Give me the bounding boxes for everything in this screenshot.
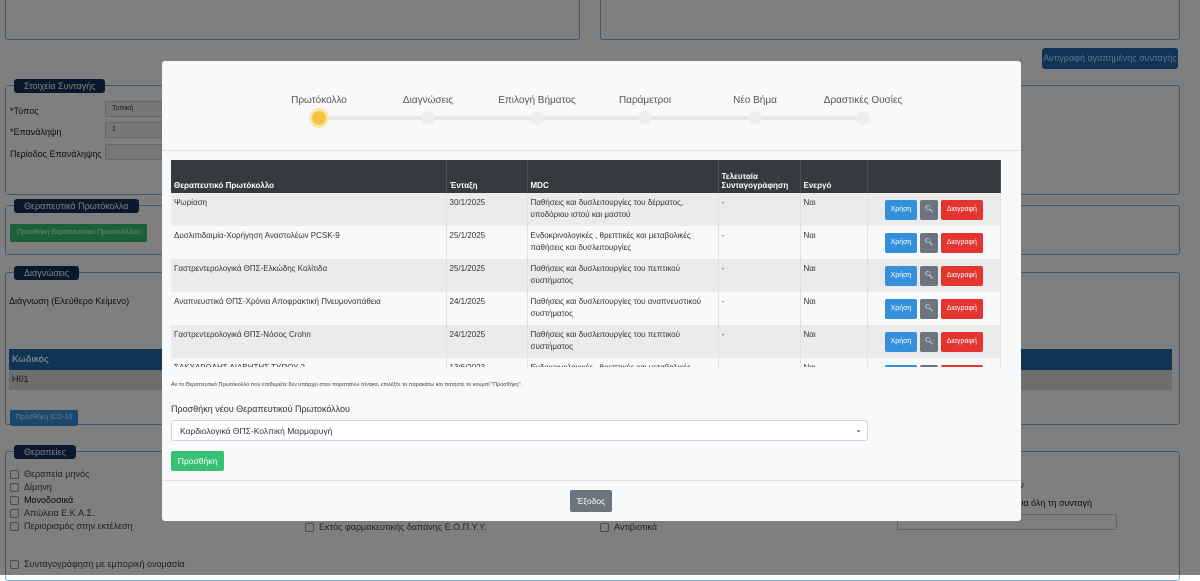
header-divider [162,150,1021,151]
step-select-label[interactable]: Επιλογή Βήματος [498,95,576,106]
search-icon: 🔍︎ [924,205,934,213]
col-protocol: Θεραπευτικό Πρωτόκολλο [171,160,447,193]
step-protocol-dot[interactable] [312,111,326,125]
delete-button[interactable]: Διαγραφή [940,265,983,286]
step-substances-label[interactable]: Δραστικές Ουσίες [824,95,902,106]
col-entry: Ένταξη [446,160,528,193]
entry-date: 24/1/2025 [446,292,528,325]
delete-button[interactable]: Διαγραφή [940,364,983,367]
row-actions: Χρήση 🔍︎ Διαγραφή [867,358,1001,367]
view-button[interactable]: 🔍︎ [919,298,939,319]
table-row[interactable]: Ψωρίαση 30/1/2025 Παθήσεις και δυσλειτουργ… [171,193,1001,226]
mdc: Παθήσεις και δυσλειτουργίες του δέρματος… [527,193,719,226]
step-protocol-label[interactable]: Πρωτόκολλο [291,95,347,106]
row-actions: Χρήση 🔍︎ Διαγραφή [867,193,1001,226]
last-prescription: - [718,358,801,367]
step-diagnoses-dot[interactable] [421,111,435,125]
protocol-name: Αναπνευστικά ΘΠΣ-Χρόνια Αποφρακτική Πνευ… [171,292,447,325]
last-prescription: - [718,226,801,259]
mdc: Παθήσεις και δυσλειτουργίες του αναπνευσ… [527,292,719,325]
delete-button[interactable]: Διαγραφή [940,232,983,253]
use-button[interactable]: Χρήση [884,199,918,220]
add-protocol-label: Προσθήκη νέου Θεραπευτικού Πρωτοκόλλου [171,404,350,414]
table-row[interactable]: Δυσλιπιδαιμία-Χορήγηση Αναστολέων PCSK-9… [171,226,1001,259]
protocols-table-container: Θεραπευτικό Πρωτόκολλο Ένταξη MDC Τελευτ… [171,160,1011,367]
exit-button[interactable]: Έξοδος [570,490,612,512]
row-actions: Χρήση 🔍︎ Διαγραφή [867,226,1001,259]
table-row[interactable]: ΣΑΚΧΑΡΩΔΗΣ ΔΙΑΒΗΤΗΣ ΤΥΠΟΥ 213/6/2023Ενδο… [171,358,1001,367]
step-new-label[interactable]: Νέο Βήμα [733,95,777,106]
use-button[interactable]: Χρήση [884,298,918,319]
protocol-modal: Πρωτόκολλο Διαγνώσεις Επιλογή Βήματος Πα… [162,61,1021,521]
delete-button[interactable]: Διαγραφή [940,199,983,220]
last-prescription: - [718,259,801,292]
table-row[interactable]: Γαστρεντερολογικά ΘΠΣ-Ελκώδης Κολίτιδα 25… [171,259,1001,292]
search-icon: 🔍︎ [924,337,934,345]
step-parameters-label[interactable]: Παράμετροι [619,95,671,106]
protocol-name: Γαστρεντερολογικά ΘΠΣ-Νόσος Crohn [171,325,447,358]
step-select-dot[interactable] [530,111,544,125]
add-button[interactable]: Προσθήκη [171,451,224,471]
col-mdc: MDC [527,160,719,193]
delete-button[interactable]: Διαγραφή [940,298,983,319]
use-button[interactable]: Χρήση [884,232,918,253]
search-icon: 🔍︎ [924,238,934,246]
active: Ναι [800,325,868,358]
footer-divider [162,480,1021,481]
entry-date: 25/1/2025 [446,259,528,292]
last-prescription: - [718,292,801,325]
last-prescription: - [718,193,801,226]
col-actions [867,160,1001,193]
mdc: Παθήσεις και δυσλειτουργίες του πεπτικού… [527,325,719,358]
entry-date: 30/1/2025 [446,193,528,226]
row-actions: Χρήση 🔍︎ Διαγραφή [867,259,1001,292]
protocols-table: Θεραπευτικό Πρωτόκολλο Ένταξη MDC Τελευτ… [171,160,1001,367]
mdc: Παθήσεις και δυσλειτουργίες του πεπτικού… [527,259,719,292]
chevron-down-icon: ⌄ [855,425,862,434]
search-icon: 🔍︎ [924,271,934,279]
protocol-name: Ψωρίαση [171,193,447,226]
view-button[interactable]: 🔍︎ [919,199,939,220]
mdc: Ενδοκρινολογικές , θρεπτικές και μεταβολ… [527,358,719,367]
use-button[interactable]: Χρήση [884,331,918,352]
active: Ναι [800,292,868,325]
protocol-select[interactable]: Καρδιολογικά ΘΠΣ-Κολπική Μαρμαρυγή ⌄ [171,420,868,441]
active: Ναι [800,259,868,292]
active: Ναι [800,226,868,259]
col-active: Ενεργό [800,160,868,193]
view-button[interactable]: 🔍︎ [919,232,939,253]
add-note: Αν το Θεραπευτικό Πρωτόκολλο που επιθυμε… [171,382,523,388]
protocol-name: Δυσλιπιδαιμία-Χορήγηση Αναστολέων PCSK-9 [171,226,447,259]
view-button[interactable]: 🔍︎ [919,364,939,367]
col-last-prescription: Τελευταία Συνταγογράφηση [718,160,801,193]
use-button[interactable]: Χρήση [884,364,918,367]
use-button[interactable]: Χρήση [884,265,918,286]
active: Ναι [800,358,868,367]
protocol-name: Γαστρεντερολογικά ΘΠΣ-Ελκώδης Κολίτιδα [171,259,447,292]
table-row[interactable]: Γαστρεντερολογικά ΘΠΣ-Νόσος Crohn 24/1/20… [171,325,1001,358]
delete-button[interactable]: Διαγραφή [940,331,983,352]
view-button[interactable]: 🔍︎ [919,265,939,286]
entry-date: 25/1/2025 [446,226,528,259]
view-button[interactable]: 🔍︎ [919,331,939,352]
active: Ναι [800,193,868,226]
step-diagnoses-label[interactable]: Διαγνώσεις [403,95,453,106]
step-parameters-dot[interactable] [638,111,652,125]
table-row[interactable]: Αναπνευστικά ΘΠΣ-Χρόνια Αποφρακτική Πνευ… [171,292,1001,325]
step-substances-dot[interactable] [856,111,870,125]
entry-date: 24/1/2025 [446,325,528,358]
last-prescription: - [718,325,801,358]
step-new-dot[interactable] [748,111,762,125]
search-icon: 🔍︎ [924,304,934,312]
row-actions: Χρήση 🔍︎ Διαγραφή [867,325,1001,358]
row-actions: Χρήση 🔍︎ Διαγραφή [867,292,1001,325]
protocol-name: ΣΑΚΧΑΡΩΔΗΣ ΔΙΑΒΗΤΗΣ ΤΥΠΟΥ 2 [171,358,447,367]
entry-date: 13/6/2023 [446,358,528,367]
stepper-track [319,116,863,120]
mdc: Ενδοκρινολογικές , θρεπτικές και μεταβολ… [527,226,719,259]
